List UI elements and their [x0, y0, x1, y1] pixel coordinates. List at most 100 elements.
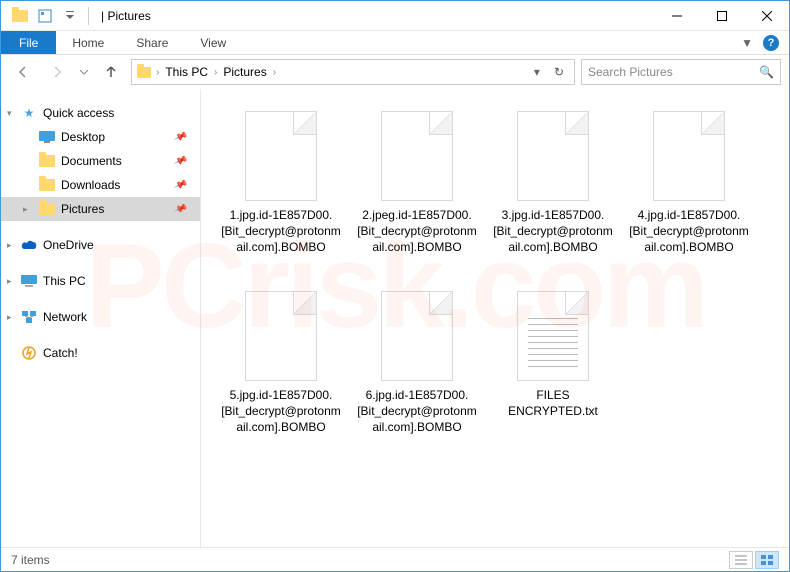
pin-icon: 📌 — [172, 202, 187, 217]
file-name: 1.jpg.id-1E857D00.[Bit_decrypt@protonmai… — [217, 207, 345, 256]
sidebar-item-label: Quick access — [43, 106, 114, 120]
quick-access-toolbar — [1, 5, 93, 27]
sidebar-item-label: Documents — [61, 154, 122, 168]
close-button[interactable] — [744, 1, 789, 31]
catch-icon — [21, 345, 37, 361]
search-input[interactable]: Search Pictures 🔍 — [581, 59, 781, 85]
pin-icon: 📌 — [172, 130, 187, 145]
sidebar-item-this-pc[interactable]: ▸ This PC — [1, 269, 200, 293]
folder-icon — [136, 64, 152, 80]
text-file-icon — [517, 291, 589, 381]
file-item[interactable]: 5.jpg.id-1E857D00.[Bit_decrypt@protonmai… — [213, 287, 349, 467]
back-button[interactable] — [9, 58, 37, 86]
blank-file-icon — [381, 291, 453, 381]
file-item[interactable]: 4.jpg.id-1E857D00.[Bit_decrypt@protonmai… — [621, 107, 757, 287]
chevron-right-icon[interactable]: ▸ — [7, 240, 12, 251]
folder-icon — [39, 177, 55, 193]
file-name: 6.jpg.id-1E857D00.[Bit_decrypt@protonmai… — [353, 387, 481, 436]
sidebar-item-label: Pictures — [61, 202, 104, 216]
blank-file-icon — [245, 111, 317, 201]
sidebar-item-label: OneDrive — [43, 238, 94, 252]
maximize-button[interactable] — [699, 1, 744, 31]
breadcrumb-pictures[interactable]: Pictures — [221, 65, 268, 79]
explorer-icon[interactable] — [9, 5, 31, 27]
tab-home[interactable]: Home — [56, 31, 120, 54]
sidebar-item-label: Network — [43, 310, 87, 324]
tab-share[interactable]: Share — [120, 31, 184, 54]
sidebar-item-documents[interactable]: Documents 📌 — [1, 149, 200, 173]
file-name: 5.jpg.id-1E857D00.[Bit_decrypt@protonmai… — [217, 387, 345, 436]
sidebar-item-label: Desktop — [61, 130, 105, 144]
file-item[interactable]: 2.jpeg.id-1E857D00.[Bit_decrypt@protonma… — [349, 107, 485, 287]
file-tab[interactable]: File — [1, 31, 56, 54]
tab-view[interactable]: View — [184, 31, 242, 54]
properties-icon[interactable] — [34, 5, 56, 27]
chevron-right-icon[interactable]: ▸ — [23, 204, 28, 215]
network-icon — [21, 309, 37, 325]
folder-icon — [39, 153, 55, 169]
pc-icon — [21, 273, 37, 289]
window-controls — [654, 1, 789, 31]
cloud-icon — [21, 237, 37, 253]
search-placeholder: Search Pictures — [588, 65, 753, 79]
blank-file-icon — [381, 111, 453, 201]
ribbon: File Home Share View ▼ ? — [1, 31, 789, 55]
qat-dropdown-icon[interactable] — [59, 5, 81, 27]
status-bar: 7 items — [1, 547, 789, 571]
blank-file-icon — [517, 111, 589, 201]
minimize-button[interactable] — [654, 1, 699, 31]
forward-button[interactable] — [43, 58, 71, 86]
file-item[interactable]: FILES ENCRYPTED.txt — [485, 287, 621, 467]
address-bar-row: › This PC › Pictures › ▾ ↻ Search Pictur… — [1, 55, 789, 89]
file-name: 2.jpeg.id-1E857D00.[Bit_decrypt@protonma… — [353, 207, 481, 256]
up-button[interactable] — [97, 58, 125, 86]
folder-icon — [39, 201, 55, 217]
qat-separator — [88, 7, 89, 25]
address-box[interactable]: › This PC › Pictures › ▾ ↻ — [131, 59, 575, 85]
navigation-pane: ▾ ★ Quick access Desktop 📌 Documents 📌 D… — [1, 89, 201, 547]
address-dropdown-icon[interactable]: ▾ — [528, 65, 546, 79]
window-title: | Pictures — [101, 9, 151, 23]
chevron-right-icon[interactable]: ▸ — [7, 276, 12, 287]
file-list[interactable]: 1.jpg.id-1E857D00.[Bit_decrypt@protonmai… — [201, 89, 789, 547]
ribbon-right: ▼ ? — [741, 31, 789, 54]
sidebar-item-desktop[interactable]: Desktop 📌 — [1, 125, 200, 149]
breadcrumb-this-pc[interactable]: This PC — [163, 65, 210, 79]
icons-view-button[interactable] — [755, 551, 779, 569]
blank-file-icon — [653, 111, 725, 201]
chevron-down-icon[interactable]: ▾ — [7, 108, 12, 119]
sidebar-item-label: This PC — [43, 274, 86, 288]
ribbon-expand-icon[interactable]: ▼ — [741, 36, 753, 50]
sidebar-item-quick-access[interactable]: ▾ ★ Quick access — [1, 101, 200, 125]
item-count: 7 items — [11, 553, 50, 567]
file-item[interactable]: 1.jpg.id-1E857D00.[Bit_decrypt@protonmai… — [213, 107, 349, 287]
pin-icon: 📌 — [172, 154, 187, 169]
sidebar-item-onedrive[interactable]: ▸ OneDrive — [1, 233, 200, 257]
sidebar-item-downloads[interactable]: Downloads 📌 — [1, 173, 200, 197]
chevron-right-icon[interactable]: › — [273, 67, 276, 78]
blank-file-icon — [245, 291, 317, 381]
desktop-icon — [39, 129, 55, 145]
chevron-right-icon[interactable]: › — [156, 67, 159, 78]
pin-icon: 📌 — [172, 178, 187, 193]
sidebar-item-label: Downloads — [61, 178, 120, 192]
recent-dropdown-icon[interactable] — [77, 58, 91, 86]
search-icon: 🔍 — [759, 65, 774, 79]
refresh-icon[interactable]: ↻ — [548, 65, 570, 79]
sidebar-item-pictures[interactable]: ▸ Pictures 📌 — [1, 197, 200, 221]
file-item[interactable]: 6.jpg.id-1E857D00.[Bit_decrypt@protonmai… — [349, 287, 485, 467]
chevron-right-icon[interactable]: › — [214, 67, 217, 78]
title-bar: | Pictures — [1, 1, 789, 31]
file-name: FILES ENCRYPTED.txt — [489, 387, 617, 419]
details-view-button[interactable] — [729, 551, 753, 569]
star-icon: ★ — [21, 105, 37, 121]
body: ▾ ★ Quick access Desktop 📌 Documents 📌 D… — [1, 89, 789, 547]
sidebar-item-label: Catch! — [43, 346, 78, 360]
file-name: 3.jpg.id-1E857D00.[Bit_decrypt@protonmai… — [489, 207, 617, 256]
help-icon[interactable]: ? — [763, 35, 779, 51]
file-item[interactable]: 3.jpg.id-1E857D00.[Bit_decrypt@protonmai… — [485, 107, 621, 287]
chevron-right-icon[interactable]: ▸ — [7, 312, 12, 323]
file-name: 4.jpg.id-1E857D00.[Bit_decrypt@protonmai… — [625, 207, 753, 256]
sidebar-item-catch[interactable]: Catch! — [1, 341, 200, 365]
sidebar-item-network[interactable]: ▸ Network — [1, 305, 200, 329]
